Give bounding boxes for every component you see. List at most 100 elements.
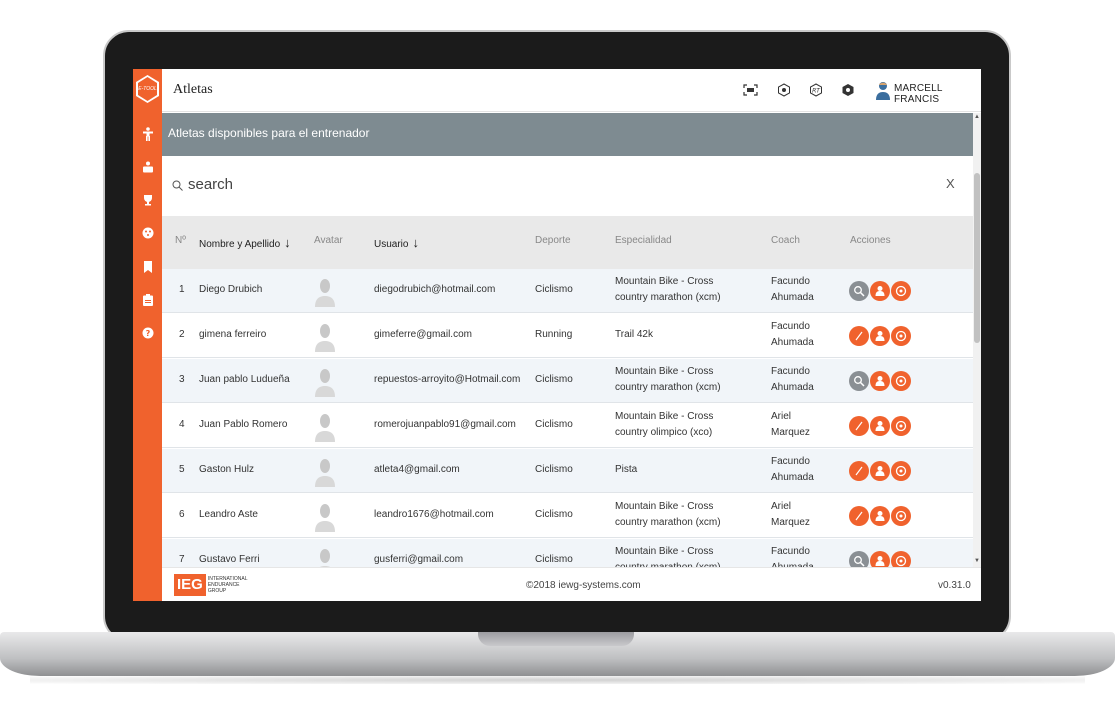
stats-action-icon[interactable] (891, 326, 911, 346)
svg-text:RT: RT (812, 88, 821, 95)
page-title: Atletas (173, 82, 213, 97)
col-header-sport: Deporte (535, 235, 571, 246)
app-logo[interactable]: E-TOOL (136, 75, 159, 103)
search-action-icon[interactable] (849, 281, 869, 301)
cell-coach: Facundo Ahumada (771, 546, 814, 567)
top-bar: Atletas RT MARCELL FRANCIS (162, 69, 981, 112)
avatar (314, 322, 336, 352)
footer: IEG INTERNATIONAL ENDURANCE GROUP ©2018 … (162, 567, 981, 601)
profile-action-icon[interactable] (870, 326, 890, 346)
clear-search-button[interactable]: X (946, 176, 955, 191)
profile-action-icon[interactable] (870, 371, 890, 391)
bookmark-icon[interactable] (140, 261, 155, 276)
cell-sport: Ciclismo (535, 374, 573, 385)
profile-action-icon[interactable] (870, 461, 890, 481)
cell-name: Gaston Hulz (199, 464, 255, 475)
profile-action-icon[interactable] (870, 281, 890, 301)
col-header-name[interactable]: Nombre y Apellido ↓ (199, 235, 291, 250)
cell-user: gimeferre@gmail.com (374, 329, 472, 340)
profile-action-icon[interactable] (870, 416, 890, 436)
col-header-coach: Coach (771, 235, 800, 246)
avatar (314, 457, 336, 487)
ieg-logo: IEG INTERNATIONAL ENDURANCE GROUP (174, 573, 247, 597)
cell-sport: Running (535, 329, 573, 340)
cell-user: atleta4@gmail.com (374, 464, 460, 475)
cell-specialty: Mountain Bike - Cross country marathon (… (615, 366, 721, 393)
cell-user: leandro1676@hotmail.com (374, 509, 494, 520)
rt-icon[interactable]: RT (808, 82, 824, 98)
palette-icon[interactable] (140, 227, 155, 242)
bike-action-icon[interactable] (849, 506, 869, 526)
cell-coach: Facundo Ahumada (771, 366, 814, 393)
trophy-icon[interactable] (140, 194, 155, 209)
help-icon[interactable]: ? (140, 327, 155, 342)
table-row[interactable]: 6 Leandro Aste leandro1676@hotmail.com C… (162, 494, 973, 538)
profile-action-icon[interactable] (870, 506, 890, 526)
cell-coach: Facundo Ahumada (771, 276, 814, 303)
cell-num: 2 (179, 329, 185, 340)
cell-sport: Ciclismo (535, 284, 573, 295)
stats-action-icon[interactable] (891, 461, 911, 481)
cell-name: Diego Drubich (199, 284, 263, 295)
cell-name: gimena ferreiro (199, 329, 267, 340)
cell-specialty: Mountain Bike - Cross country marathon (… (615, 501, 721, 528)
fullscreen-icon[interactable] (742, 82, 758, 98)
scroll-thumb[interactable] (974, 173, 980, 343)
stats-action-icon[interactable] (891, 506, 911, 526)
bike-action-icon[interactable] (849, 416, 869, 436)
user-name[interactable]: MARCELL FRANCIS (894, 83, 981, 105)
table-header: Nº Nombre y Apellido ↓ Avatar Usuario ↓ De… (162, 216, 973, 269)
alert-icon[interactable] (840, 82, 856, 98)
ieg-logo-mark: IEG (174, 574, 206, 596)
col-header-user[interactable]: Usuario ↓ (374, 235, 419, 250)
cell-specialty: Mountain Bike - Cross country olimpico (… (615, 411, 714, 438)
profile-action-icon[interactable] (870, 551, 890, 567)
cell-name: Juan pablo Ludueña (199, 374, 290, 385)
cell-specialty: Mountain Bike - Cross country marathon (… (615, 276, 721, 303)
trainer-icon[interactable] (140, 161, 155, 176)
notification-icon[interactable] (776, 82, 792, 98)
athlete-icon[interactable] (140, 127, 155, 142)
app-screen: E-TOOL ? Atletas RT MARCELL FRANCIS Atle… (133, 69, 981, 601)
stats-action-icon[interactable] (891, 371, 911, 391)
cell-name: Juan Pablo Romero (199, 419, 288, 430)
clipboard-icon[interactable] (140, 294, 155, 309)
bike-action-icon[interactable] (849, 326, 869, 346)
avatar (314, 367, 336, 397)
cell-num: 7 (179, 554, 185, 565)
search-action-icon[interactable] (849, 371, 869, 391)
search-bar: X (162, 156, 973, 216)
user-avatar-icon[interactable] (874, 80, 892, 100)
vertical-scrollbar[interactable]: ▲ ▼ (973, 113, 981, 567)
avatar (314, 547, 336, 567)
ieg-logo-line: GROUP (207, 588, 227, 594)
table-row[interactable]: 4 Juan Pablo Romero romerojuanpablo91@gm… (162, 404, 973, 448)
sidebar: E-TOOL ? (133, 69, 162, 601)
table-row[interactable]: 2 gimena ferreiro gimeferre@gmail.com Ru… (162, 314, 973, 358)
cell-coach: Ariel Marquez (771, 411, 810, 438)
table-row[interactable]: 1 Diego Drubich diegodrubich@hotmail.com… (162, 269, 973, 313)
sort-arrow-down-icon[interactable]: ↓ (412, 235, 419, 250)
table-row[interactable]: 3 Juan pablo Ludueña repuestos-arroyito@… (162, 359, 973, 403)
scroll-up-icon[interactable]: ▲ (974, 114, 980, 120)
scroll-down-icon[interactable]: ▼ (974, 558, 980, 564)
cell-sport: Ciclismo (535, 509, 573, 520)
cell-name: Gustavo Ferri (199, 554, 260, 565)
sort-arrow-down-icon[interactable]: ↓ (284, 235, 291, 250)
cell-specialty: Pista (615, 464, 638, 475)
stats-action-icon[interactable] (891, 416, 911, 436)
search-action-icon[interactable] (849, 551, 869, 567)
avatar (314, 277, 336, 307)
cell-num: 6 (179, 509, 185, 520)
stats-action-icon[interactable] (891, 281, 911, 301)
cell-num: 1 (179, 284, 185, 295)
table-row[interactable]: 5 Gaston Hulz atleta4@gmail.com Ciclismo… (162, 449, 973, 493)
stats-action-icon[interactable] (891, 551, 911, 567)
bike-action-icon[interactable] (849, 461, 869, 481)
search-input[interactable] (188, 176, 488, 193)
laptop-notch (478, 632, 634, 646)
table-row[interactable]: 7 Gustavo Ferri gusferri@gmail.com Cicli… (162, 539, 973, 567)
athletes-table-body: 1 Diego Drubich diegodrubich@hotmail.com… (162, 269, 973, 567)
version-text: v0.31.0 (938, 580, 971, 591)
logo-text: E-TOOL (138, 77, 157, 101)
